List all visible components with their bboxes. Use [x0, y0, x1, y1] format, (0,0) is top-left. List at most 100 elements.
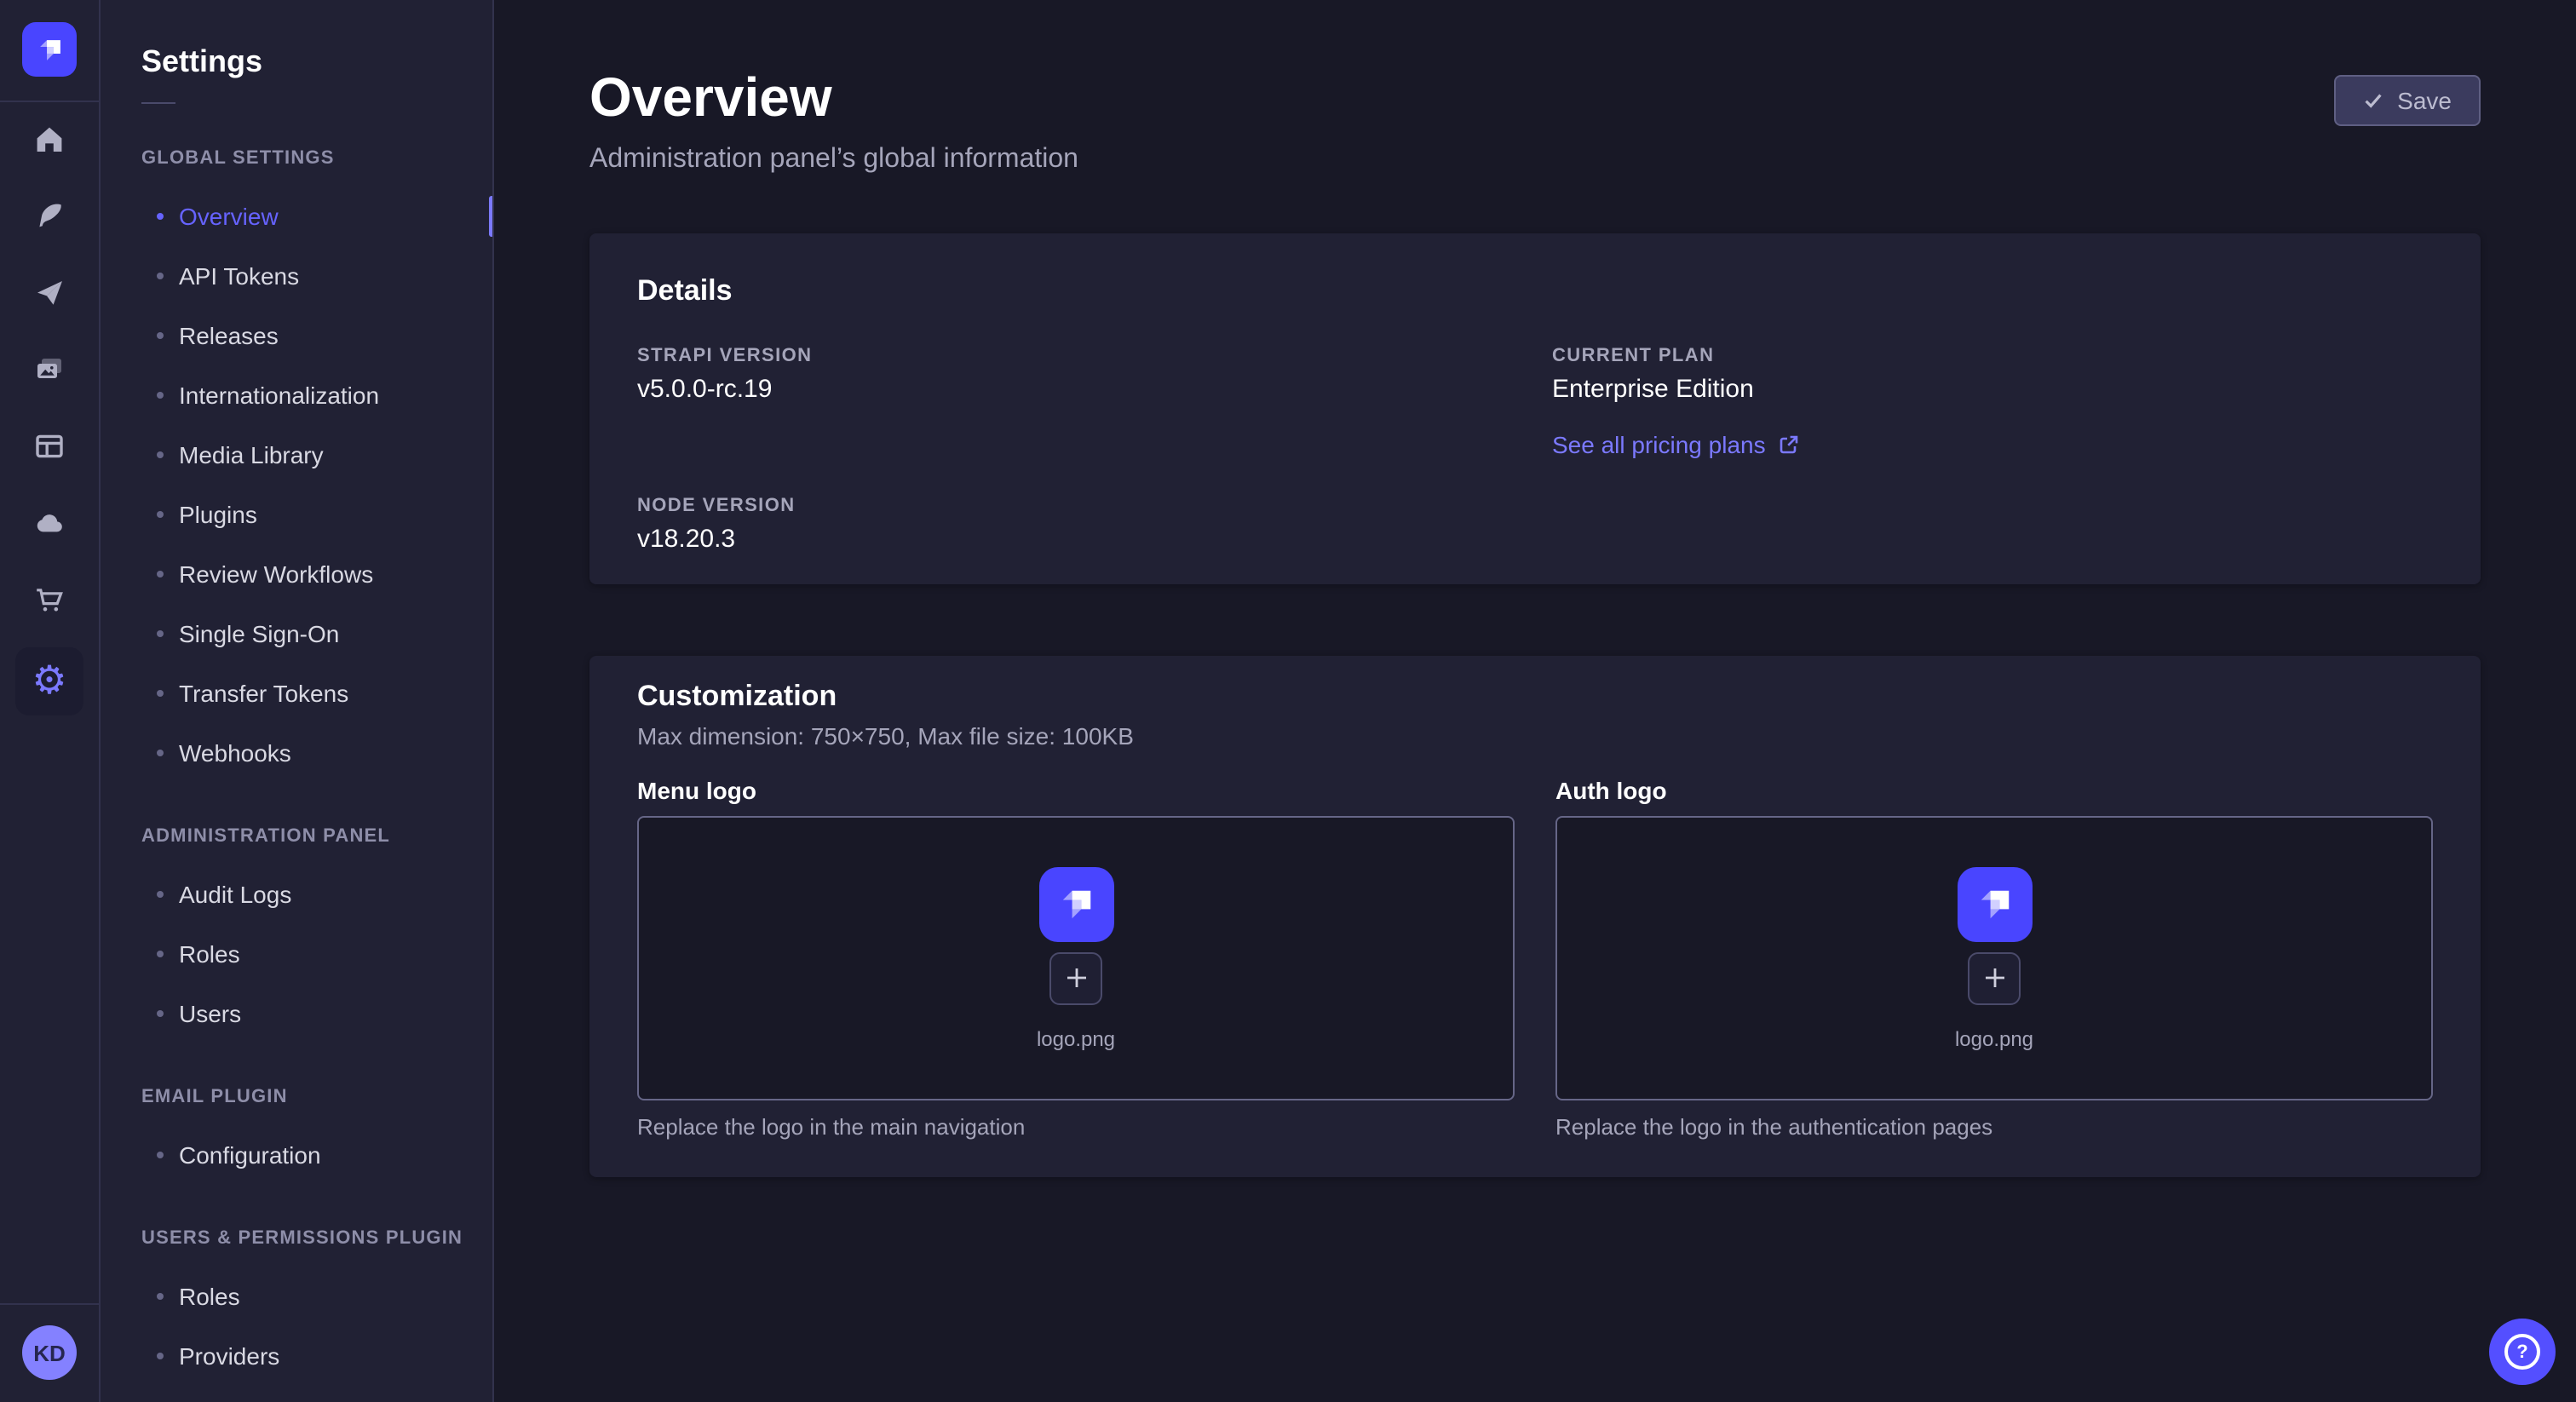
media-library-icon[interactable] — [32, 353, 66, 387]
sidebar-item-transfer-tokens[interactable]: Transfer Tokens — [101, 663, 492, 722]
customization-constraints: Max dimension: 750×750, Max file size: 1… — [637, 722, 2433, 750]
sidebar-item-up-roles[interactable]: Roles — [101, 1266, 492, 1325]
content-type-builder-feather-icon[interactable] — [32, 199, 66, 233]
bullet-icon — [157, 451, 164, 457]
add-logo-button[interactable] — [1049, 951, 1102, 1004]
page-title: Overview — [589, 68, 1078, 128]
sidebar-item-internationalization[interactable]: Internationalization — [101, 365, 492, 424]
sidebar-item-media-library[interactable]: Media Library — [101, 424, 492, 484]
sidebar-item-audit-logs[interactable]: Audit Logs — [101, 864, 492, 923]
field-value: v5.0.0-rc.19 — [637, 375, 1518, 404]
customization-card: Customization Max dimension: 750×750, Ma… — [589, 656, 2481, 1177]
bullet-icon — [157, 749, 164, 756]
save-button[interactable]: Save — [2334, 75, 2481, 126]
upload-label: Auth logo — [1555, 777, 2433, 804]
details-heading: Details — [637, 274, 2433, 308]
layout-panel-icon[interactable] — [32, 429, 66, 463]
check-icon — [2363, 90, 2383, 111]
help-button[interactable]: ? — [2489, 1319, 2556, 1385]
node-version-field: NODE VERSION v18.20.3 — [637, 496, 1518, 554]
bullet-icon — [157, 950, 164, 957]
page-header: Overview Administration panel’s global i… — [589, 68, 2481, 175]
user-avatar[interactable]: KD — [22, 1325, 77, 1380]
bullet-icon — [157, 391, 164, 398]
auth-logo-upload-zone[interactable]: logo.png — [1555, 816, 2433, 1100]
pricing-plans-link[interactable]: See all pricing plans — [1552, 431, 1800, 458]
bullet-icon — [157, 510, 164, 517]
menu-logo-preview — [1038, 866, 1113, 941]
plus-icon — [1981, 964, 2008, 991]
strapi-logo[interactable] — [22, 22, 77, 77]
section-users-permissions-plugin: USERS & PERMISSIONS PLUGIN Roles Provide… — [101, 1228, 492, 1385]
paper-plane-icon[interactable] — [32, 276, 66, 310]
settings-gear-icon[interactable]: ⚙ — [15, 647, 83, 715]
sidebar-item-api-tokens[interactable]: API Tokens — [101, 245, 492, 305]
bullet-icon — [157, 1352, 164, 1359]
auth-logo-preview — [1957, 866, 2032, 941]
sidebar-item-overview[interactable]: Overview — [101, 186, 492, 245]
menu-logo-upload-zone[interactable]: logo.png — [637, 816, 1515, 1100]
home-icon[interactable] — [32, 123, 66, 157]
cloud-icon[interactable] — [32, 506, 66, 540]
sidebar-item-plugins[interactable]: Plugins — [101, 484, 492, 543]
menu-logo-block: Menu logo logo.png — [637, 777, 1515, 1140]
logo-filename: logo.png — [1955, 1026, 2033, 1050]
upload-label: Menu logo — [637, 777, 1515, 804]
main-content: Overview Administration panel’s global i… — [494, 0, 2576, 1402]
field-value: v18.20.3 — [637, 525, 1518, 554]
external-link-icon — [1780, 434, 1800, 455]
sidebar-item-up-providers[interactable]: Providers — [101, 1325, 492, 1385]
bullet-icon — [157, 331, 164, 338]
section-label: USERS & PERMISSIONS PLUGIN — [141, 1228, 492, 1249]
divider — [0, 101, 99, 102]
strapi-logo-icon — [1972, 882, 2016, 926]
auth-logo-block: Auth logo logo.png — [1555, 777, 2433, 1140]
upload-description: Replace the logo in the main navigation — [637, 1114, 1515, 1140]
section-global-settings: GLOBAL SETTINGS Overview API Tokens Rele… — [101, 148, 492, 782]
page-subtitle: Administration panel’s global informatio… — [589, 145, 1078, 175]
field-label: CURRENT PLAN — [1552, 346, 2433, 366]
bullet-icon — [157, 629, 164, 636]
current-plan-field: CURRENT PLAN Enterprise Edition See all … — [1552, 346, 2433, 462]
field-value: Enterprise Edition — [1552, 375, 2433, 404]
active-indicator — [489, 195, 494, 236]
sidebar-item-review-workflows[interactable]: Review Workflows — [101, 543, 492, 603]
section-email-plugin: EMAIL PLUGIN Configuration — [101, 1087, 492, 1184]
marketplace-cart-icon[interactable] — [32, 583, 66, 617]
upload-description: Replace the logo in the authentication p… — [1555, 1114, 2433, 1140]
section-label: EMAIL PLUGIN — [141, 1087, 492, 1107]
strapi-logo-icon — [1054, 882, 1098, 926]
bullet-icon — [157, 212, 164, 219]
strapi-admin-settings: ⚙ KD Settings GLOBAL SETTINGS Overview A… — [0, 0, 2576, 1402]
bullet-icon — [157, 272, 164, 279]
sidebar-title: Settings — [141, 44, 492, 80]
bullet-icon — [157, 1292, 164, 1299]
bullet-icon — [157, 890, 164, 897]
bullet-icon — [157, 1009, 164, 1016]
bullet-icon — [157, 689, 164, 696]
field-label: NODE VERSION — [637, 496, 1518, 516]
field-label: STRAPI VERSION — [637, 346, 1518, 366]
section-label: GLOBAL SETTINGS — [141, 148, 492, 169]
question-mark-icon: ? — [2504, 1334, 2540, 1370]
bullet-icon — [157, 1151, 164, 1158]
settings-sidebar: Settings GLOBAL SETTINGS Overview API To… — [101, 0, 494, 1402]
sidebar-item-webhooks[interactable]: Webhooks — [101, 722, 492, 782]
add-logo-button[interactable] — [1968, 951, 2021, 1004]
strapi-version-field: STRAPI VERSION v5.0.0-rc.19 — [637, 346, 1518, 462]
sidebar-item-releases[interactable]: Releases — [101, 305, 492, 365]
strapi-logo-icon — [33, 33, 66, 66]
main-nav-rail: ⚙ KD — [0, 0, 101, 1402]
sidebar-item-single-sign-on[interactable]: Single Sign-On — [101, 603, 492, 663]
sidebar-item-admin-roles[interactable]: Roles — [101, 923, 492, 983]
logo-filename: logo.png — [1037, 1026, 1115, 1050]
sidebar-item-email-configuration[interactable]: Configuration — [101, 1124, 492, 1184]
divider — [141, 102, 175, 104]
customization-heading: Customization — [637, 680, 2433, 714]
bullet-icon — [157, 570, 164, 577]
rail-bottom: KD — [0, 1279, 99, 1402]
section-administration-panel: ADMINISTRATION PANEL Audit Logs Roles Us… — [101, 826, 492, 1043]
details-card: Details STRAPI VERSION v5.0.0-rc.19 CURR… — [589, 233, 2481, 584]
sidebar-item-admin-users[interactable]: Users — [101, 983, 492, 1043]
rail-icon-list: ⚙ — [15, 123, 83, 715]
